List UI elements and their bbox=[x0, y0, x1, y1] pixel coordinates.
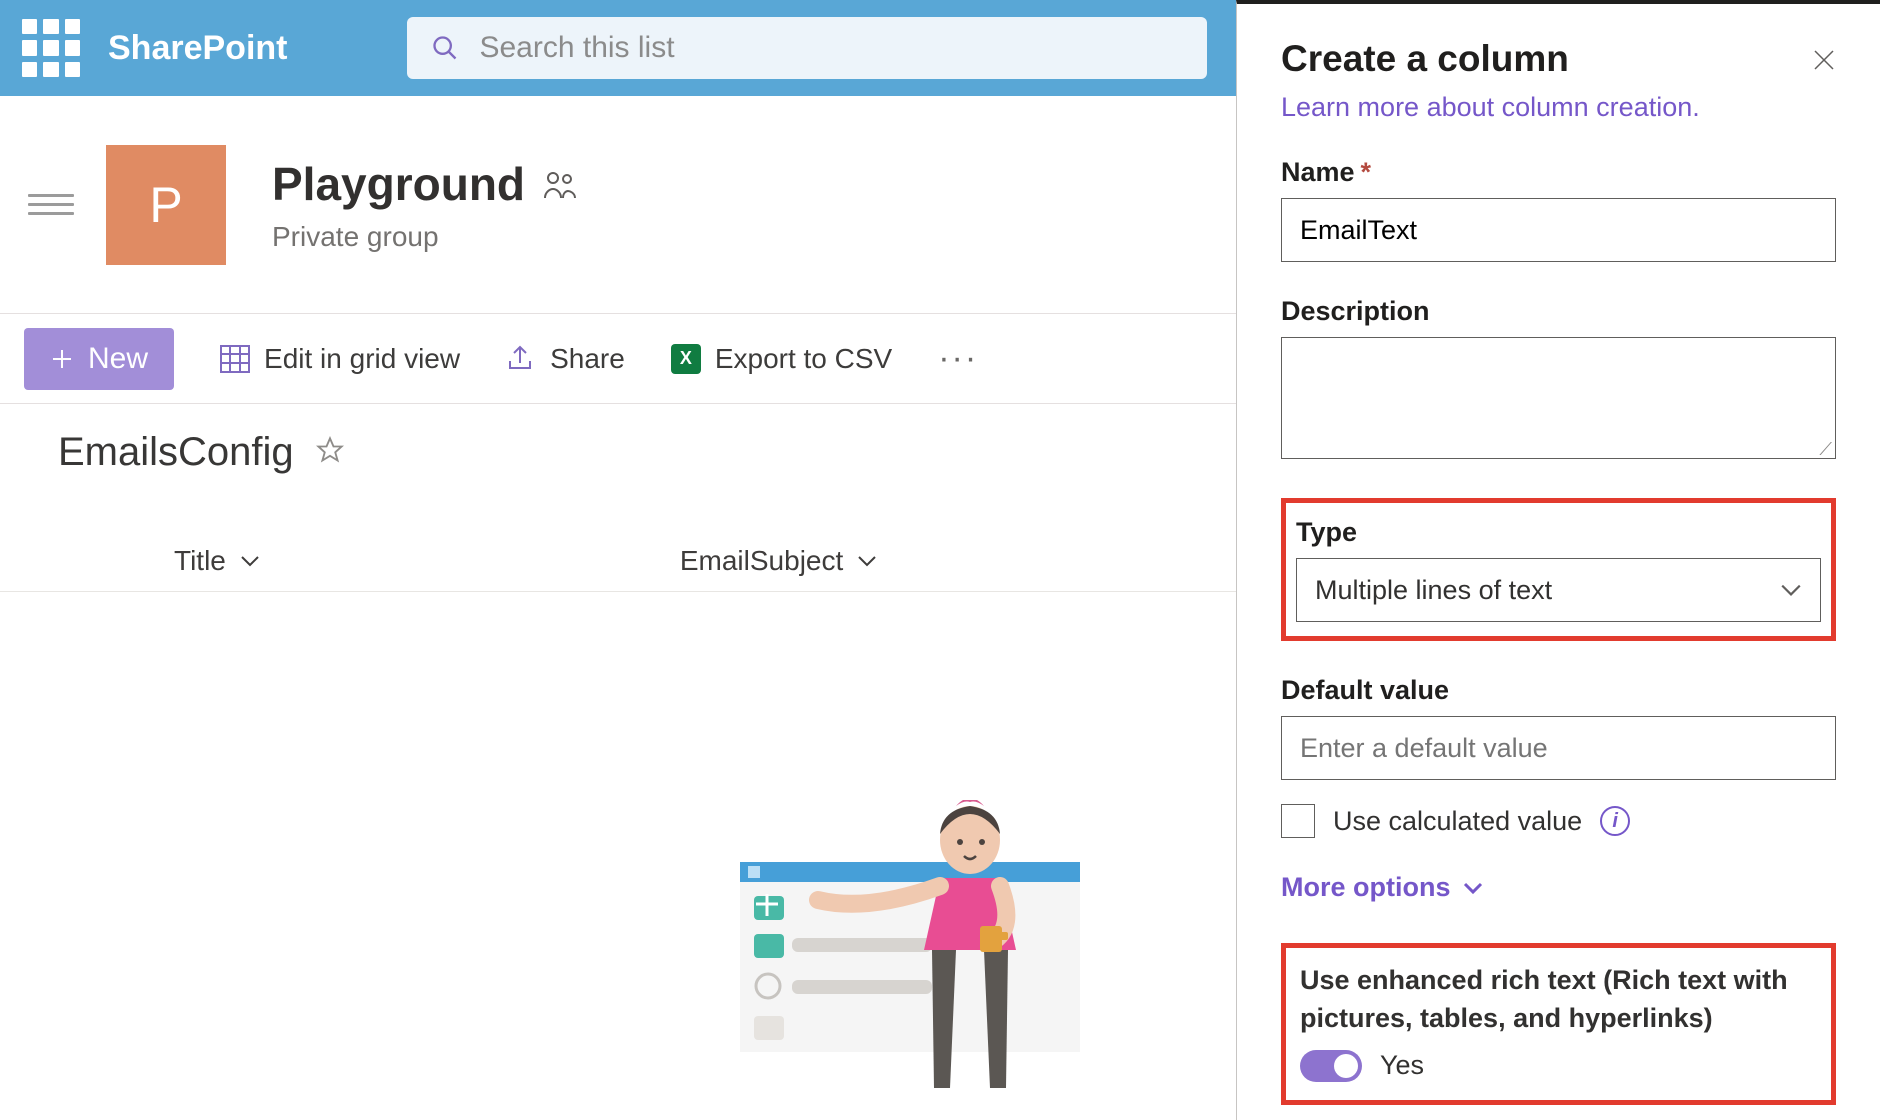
rich-text-callout: Use enhanced rich text (Rich text with p… bbox=[1281, 943, 1836, 1105]
learn-more-link[interactable]: Learn more about column creation. bbox=[1281, 92, 1700, 123]
rich-text-label: Use enhanced rich text (Rich text with p… bbox=[1300, 962, 1817, 1038]
chevron-down-icon bbox=[857, 554, 877, 568]
more-options-toggle[interactable]: More options bbox=[1281, 872, 1836, 903]
default-value-label: Default value bbox=[1281, 675, 1449, 706]
chevron-down-icon bbox=[240, 554, 260, 568]
default-value-input[interactable] bbox=[1281, 716, 1836, 780]
edit-grid-label: Edit in grid view bbox=[264, 343, 460, 375]
new-button[interactable]: New bbox=[24, 328, 174, 390]
more-commands-button[interactable]: ··· bbox=[938, 339, 978, 378]
site-subtitle: Private group bbox=[272, 221, 577, 253]
column-header-title-label: Title bbox=[174, 545, 226, 577]
app-launcher-icon[interactable] bbox=[22, 19, 80, 77]
share-button[interactable]: Share bbox=[506, 343, 625, 375]
name-input[interactable] bbox=[1281, 198, 1836, 262]
share-icon bbox=[506, 345, 536, 373]
close-panel-button[interactable] bbox=[1812, 38, 1836, 80]
search-icon bbox=[431, 34, 459, 62]
resize-handle-icon[interactable]: ⟋ bbox=[1819, 439, 1832, 460]
export-csv-label: Export to CSV bbox=[715, 343, 892, 375]
plus-icon bbox=[50, 347, 74, 371]
empty-list-illustration bbox=[740, 800, 1100, 1095]
calculated-value-checkbox[interactable] bbox=[1281, 804, 1315, 838]
rich-text-toggle-state: Yes bbox=[1380, 1050, 1424, 1081]
search-input[interactable] bbox=[479, 31, 1183, 65]
type-select-value: Multiple lines of text bbox=[1315, 575, 1552, 606]
type-field-label: Type bbox=[1296, 517, 1357, 548]
site-logo[interactable]: P bbox=[106, 145, 226, 265]
type-callout: Type Multiple lines of text bbox=[1281, 498, 1836, 641]
export-csv-button[interactable]: X Export to CSV bbox=[671, 343, 892, 375]
column-header-emailsubject[interactable]: EmailSubject bbox=[680, 545, 877, 577]
favorite-star-icon[interactable] bbox=[316, 436, 344, 469]
create-column-panel: Create a column Learn more about column … bbox=[1236, 0, 1880, 1120]
more-options-label: More options bbox=[1281, 872, 1451, 903]
description-input[interactable] bbox=[1281, 337, 1836, 459]
column-header-emailsubject-label: EmailSubject bbox=[680, 545, 843, 577]
chevron-down-icon bbox=[1463, 881, 1483, 895]
teams-icon[interactable] bbox=[543, 157, 577, 211]
panel-title: Create a column bbox=[1281, 38, 1569, 80]
column-header-title[interactable]: Title bbox=[174, 545, 260, 577]
search-box[interactable] bbox=[407, 17, 1207, 79]
name-field-label: Name bbox=[1281, 157, 1355, 188]
nav-toggle-icon[interactable] bbox=[28, 194, 74, 215]
description-field-label: Description bbox=[1281, 296, 1430, 327]
brand-label[interactable]: SharePoint bbox=[108, 29, 287, 68]
calculated-value-label: Use calculated value bbox=[1333, 806, 1582, 837]
info-icon[interactable]: i bbox=[1600, 806, 1630, 836]
site-name[interactable]: Playground bbox=[272, 157, 525, 211]
excel-icon: X bbox=[671, 344, 701, 374]
chevron-down-icon bbox=[1780, 582, 1802, 598]
edit-grid-button[interactable]: Edit in grid view bbox=[220, 343, 460, 375]
required-indicator: * bbox=[1361, 157, 1372, 188]
rich-text-toggle[interactable] bbox=[1300, 1050, 1362, 1082]
list-title: EmailsConfig bbox=[58, 430, 294, 475]
new-button-label: New bbox=[88, 342, 148, 376]
share-label: Share bbox=[550, 343, 625, 375]
close-icon bbox=[1812, 48, 1836, 72]
type-select[interactable]: Multiple lines of text bbox=[1296, 558, 1821, 622]
grid-icon bbox=[220, 345, 250, 373]
